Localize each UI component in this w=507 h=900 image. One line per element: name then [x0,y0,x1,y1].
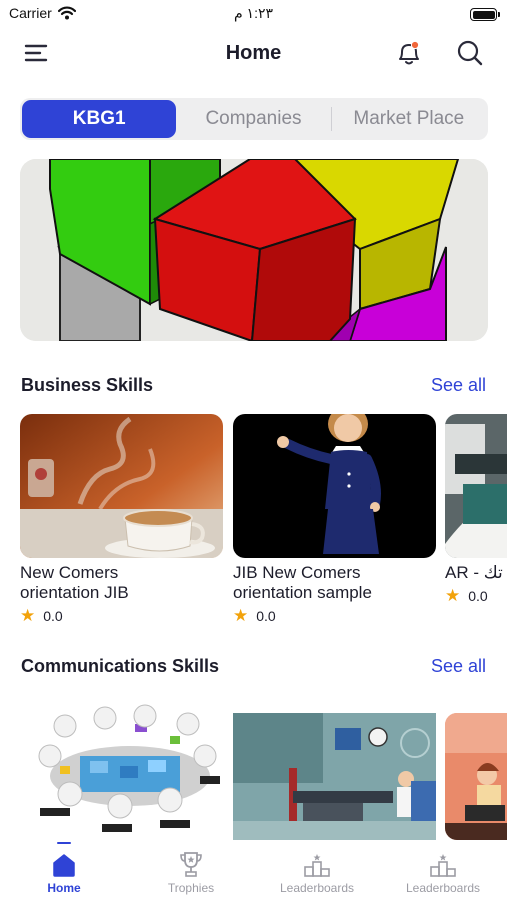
banner-cubes-image [20,159,488,341]
section-title-communications-skills: Communications Skills [21,656,220,676]
course-rating: ★ 0.0 [445,586,507,604]
course-thumbnail [445,414,507,558]
course-card[interactable]: JIB New Comers orientation sample ★ 0.0 [233,414,436,624]
rating-value: 0.0 [468,588,488,604]
app-header: Home [0,34,507,74]
course-thumbnail [20,414,223,558]
tab-leaderboards[interactable]: Leaderboards [254,848,380,895]
rating-value: 0.0 [256,608,276,624]
menu-icon[interactable] [24,42,50,64]
tab-label: Leaderboards [405,881,481,895]
course-thumbnail [233,713,436,840]
segment-companies[interactable]: Companies [176,100,330,138]
course-card[interactable] [445,713,507,840]
podium-icon [430,854,456,877]
star-icon: ★ [20,606,36,625]
course-rating: ★ 0.0 [20,606,223,625]
search-icon[interactable] [455,38,485,68]
tab-trophies[interactable]: Trophies [128,848,254,895]
course-title: New Comers orientation JIB [20,563,129,602]
section-title-business-skills: Business Skills [21,375,154,395]
status-time: ١:٢٣ م [233,5,273,21]
tab-label: Trophies [167,881,215,895]
notifications-bell-icon[interactable] [394,38,424,68]
podium-icon [304,854,330,877]
star-icon: ★ [445,586,461,604]
tab-label: Leaderboards [279,881,355,895]
bottom-tab-bar: Home Trophies Leaderboards Leaderboards [0,842,507,900]
battery-icon [470,8,500,21]
tab-leaderboards-2[interactable]: Leaderboards [380,848,506,895]
see-all-communications-skills[interactable]: See all [431,656,486,677]
star-icon: ★ [233,606,249,625]
course-card[interactable] [20,696,223,840]
course-rating: ★ 0.0 [233,606,436,625]
course-card[interactable]: AR - تك ★ 0.0 [445,414,507,604]
tab-label: Home [47,881,81,895]
segment-market-place[interactable]: Market Place [332,100,486,138]
active-tab-indicator [57,842,71,844]
course-thumbnail [233,414,436,558]
course-card[interactable] [233,713,436,840]
status-bar: Carrier ١:٢٣ م [0,0,507,30]
segmented-control: KBG1 Companies Market Place [20,98,488,140]
see-all-business-skills[interactable]: See all [431,375,486,396]
rating-value: 0.0 [43,608,63,624]
course-title: AR - تك [445,563,503,582]
course-card[interactable]: New Comers orientation JIB ★ 0.0 [20,414,223,624]
segment-kbg1[interactable]: KBG1 [22,100,177,138]
featured-banner[interactable] [20,159,488,341]
tab-home[interactable]: Home [1,848,127,895]
course-title: JIB New Comers orientation sample [233,563,372,602]
page-title: Home [225,42,282,64]
home-icon [53,854,75,877]
trophy-icon [180,852,202,877]
course-thumbnail [445,713,507,840]
course-thumbnail [20,696,223,840]
